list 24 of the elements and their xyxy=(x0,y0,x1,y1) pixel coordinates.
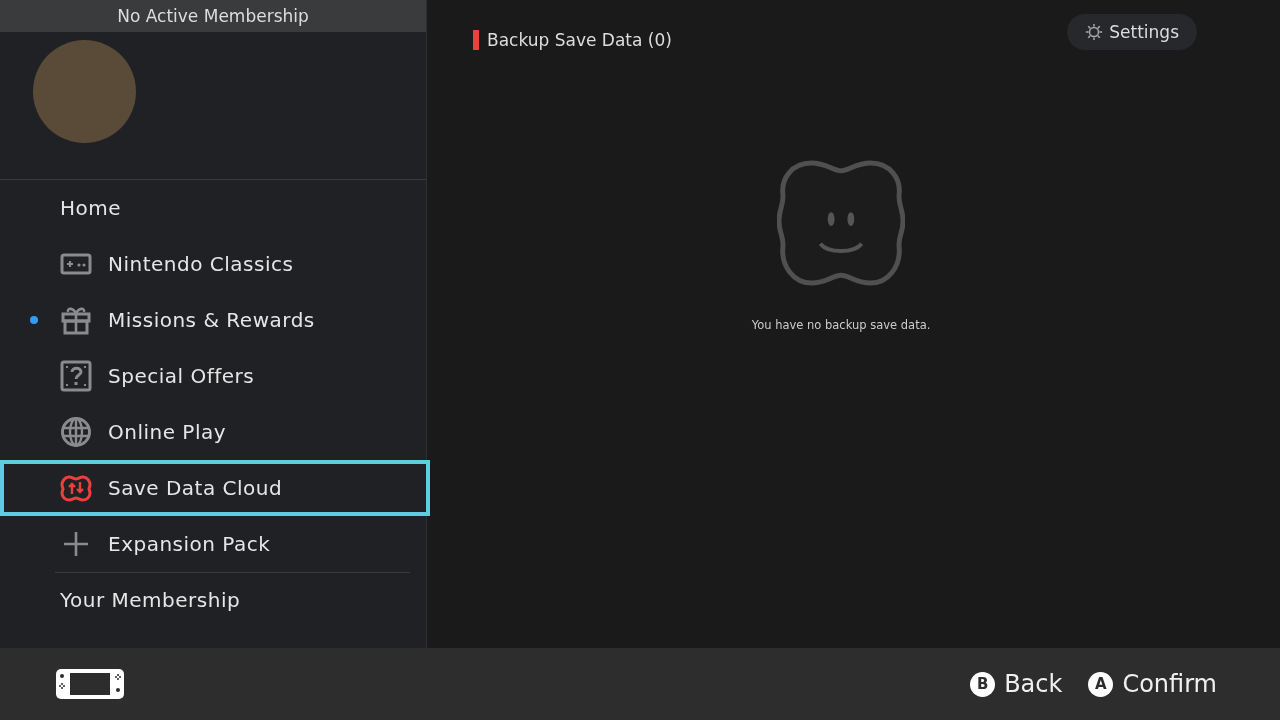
sidebar-item[interactable]: Missions & Rewards xyxy=(0,292,426,348)
sidebar-item[interactable]: Online Play xyxy=(0,404,426,460)
sidebar-item[interactable]: Nintendo Classics xyxy=(0,236,426,292)
gift-icon xyxy=(60,304,92,336)
handheld-console-icon xyxy=(55,668,125,700)
settings-button[interactable]: Settings xyxy=(1067,14,1197,50)
settings-icon xyxy=(1085,23,1104,41)
sidebar-item[interactable]: Save Data Cloud xyxy=(0,460,430,516)
membership-link[interactable]: Your Membership xyxy=(0,573,426,627)
sidebar-item[interactable]: Special Offers xyxy=(0,348,426,404)
action-label: Confirm xyxy=(1122,670,1217,698)
membership-status: No Active Membership xyxy=(0,0,426,32)
globe-icon xyxy=(60,416,92,448)
section-title: Backup Save Data (0) xyxy=(487,30,672,50)
controller-button-icon: B xyxy=(970,671,996,697)
question-block-icon xyxy=(60,360,92,392)
sidebar-item[interactable]: Home xyxy=(0,180,426,236)
footer-action[interactable]: B Back xyxy=(970,670,1063,698)
section-marker-icon xyxy=(473,30,479,50)
action-label: Back xyxy=(1004,670,1063,698)
empty-message: You have no backup save data. xyxy=(751,318,931,332)
footer-action[interactable]: A Confirm xyxy=(1088,670,1217,698)
sidebar-item[interactable]: Expansion Pack xyxy=(0,516,426,572)
controller-button-icon: A xyxy=(1088,671,1114,697)
